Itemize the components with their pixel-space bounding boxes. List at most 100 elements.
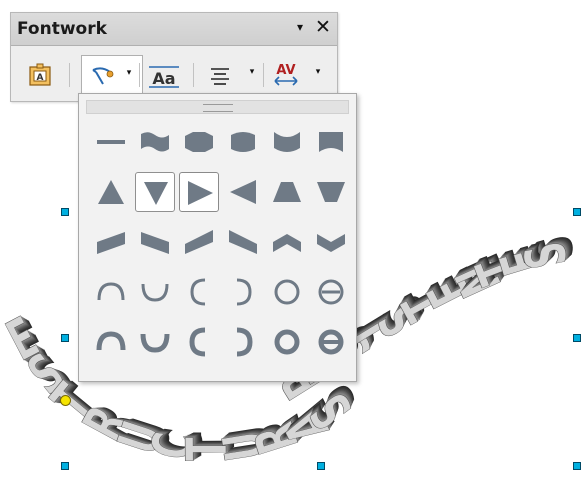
- wave-icon: [141, 132, 169, 152]
- selection-handle-bottom-right[interactable]: [573, 462, 581, 470]
- shape-triangle-down[interactable]: [135, 172, 175, 212]
- arch-left-curve-icon: [190, 278, 206, 306]
- fontwork-gallery-button[interactable]: A: [25, 55, 55, 95]
- toolbar-separator: [263, 63, 264, 87]
- shape-arch-down-pour[interactable]: [135, 322, 175, 362]
- shape-inflate[interactable]: [179, 122, 219, 162]
- fontwork-letter: T: [464, 246, 534, 292]
- shape-circle-curve[interactable]: [267, 272, 307, 312]
- fontwork-alignment-button[interactable]: [205, 55, 235, 95]
- arch-left-pour-icon: [189, 327, 206, 357]
- arch-down-pour-icon: [140, 333, 170, 353]
- alignment-dropdown-arrow-icon[interactable]: ▾: [247, 67, 257, 77]
- shape-arch-up-pour[interactable]: [91, 322, 131, 362]
- fontwork-letter: E: [415, 266, 485, 317]
- slant-up-icon: [97, 232, 125, 254]
- plain-text-icon: [97, 140, 125, 144]
- fontwork-letter: E: [0, 305, 49, 374]
- shape-plain-text[interactable]: [91, 122, 131, 162]
- fontwork-letter: S: [512, 236, 582, 274]
- shape-arch-down-curve[interactable]: [135, 272, 175, 312]
- selection-handle-top-right[interactable]: [573, 208, 581, 216]
- svg-text:Aa: Aa: [152, 69, 175, 88]
- fontwork-gallery-icon: A: [29, 63, 51, 86]
- shape-fade-right[interactable]: [179, 172, 219, 212]
- fontwork-shape-popup: [78, 93, 357, 382]
- chevron-up-curve-icon: [274, 132, 300, 152]
- triangle-down-icon: [144, 182, 168, 205]
- shape-chevron-down[interactable]: [311, 222, 351, 262]
- close-icon[interactable]: ✕: [315, 17, 331, 37]
- arch-down-curve-icon: [141, 283, 169, 302]
- grip-lines-icon: [203, 104, 233, 112]
- svg-text:AV: AV: [276, 63, 295, 78]
- shape-fade-up-left[interactable]: [223, 222, 263, 262]
- fade-up-left-icon: [229, 230, 257, 254]
- shape-circle-pour[interactable]: [267, 322, 307, 362]
- fade-down-icon: [317, 182, 345, 202]
- fontwork-letter: N: [443, 252, 515, 307]
- toolbar-title: Fontwork: [17, 19, 107, 39]
- fontwork-toolbar: Fontwork ▾ ✕ A ▾ Aa ▾ AV ▾: [10, 12, 338, 107]
- toolbar-menu-icon[interactable]: ▾: [294, 21, 306, 33]
- shape-adjust-point-handle[interactable]: [60, 395, 71, 406]
- shape-open-circle-pour[interactable]: [311, 322, 351, 362]
- shape-dropdown-arrow-icon[interactable]: ▾: [124, 68, 134, 78]
- arch-right-curve-icon: [236, 278, 252, 306]
- shape-chevron-up[interactable]: [267, 222, 307, 262]
- fade-up-icon: [273, 182, 301, 202]
- fontwork-letter: U: [210, 427, 280, 465]
- fontwork-letter: A: [271, 399, 343, 454]
- svg-text:A: A: [37, 73, 44, 83]
- shape-curve-up-inflate[interactable]: [223, 122, 263, 162]
- shape-curve-down[interactable]: [311, 122, 351, 162]
- fontwork-letter: T: [174, 436, 240, 461]
- fontwork-letter: U: [105, 414, 177, 462]
- curve-up-inflate-icon: [231, 132, 255, 152]
- selection-handle-middle-right[interactable]: [573, 334, 581, 342]
- shape-fade-up[interactable]: [267, 172, 307, 212]
- shape-slant-down[interactable]: [135, 222, 175, 262]
- slant-down-icon: [141, 232, 169, 254]
- shape-wave[interactable]: [135, 122, 175, 162]
- shape-arch-up-curve[interactable]: [91, 272, 131, 312]
- fontwork-alignment-icon: [211, 68, 229, 85]
- selection-handle-bottom-center[interactable]: [317, 462, 325, 470]
- shape-fade-left[interactable]: [223, 172, 263, 212]
- shape-fade-up-right[interactable]: [179, 222, 219, 262]
- shape-fade-down[interactable]: [311, 172, 351, 212]
- curve-down-icon: [319, 132, 343, 152]
- selection-handle-middle-left[interactable]: [61, 334, 69, 342]
- shape-triangle-up[interactable]: [91, 172, 131, 212]
- fontwork-letter: E: [488, 240, 558, 282]
- fontwork-letter: S: [298, 380, 366, 440]
- spacing-dropdown-arrow-icon[interactable]: ▾: [313, 67, 323, 77]
- fontwork-same-letter-heights-button[interactable]: Aa: [147, 55, 181, 95]
- fade-left-icon: [230, 180, 256, 204]
- arch-up-pour-icon: [96, 331, 126, 351]
- shape-arch-left-pour[interactable]: [179, 322, 219, 362]
- inflate-icon: [185, 132, 213, 152]
- fade-up-right-icon: [185, 230, 213, 254]
- toolbar-title-bar[interactable]: Fontwork ▾ ✕: [11, 13, 337, 46]
- shape-open-circle-curve[interactable]: [311, 272, 351, 312]
- circle-pour-icon: [274, 329, 300, 355]
- arch-right-pour-icon: [236, 327, 253, 357]
- toolbar-separator: [193, 63, 194, 87]
- circle-curve-icon: [274, 279, 300, 305]
- shape-chevron-up-curve[interactable]: [267, 122, 307, 162]
- fontwork-letter: S: [366, 291, 436, 347]
- shape-arch-right-pour[interactable]: [223, 322, 263, 362]
- fontwork-letter: T: [40, 372, 106, 433]
- fontwork-same-letter-heights-icon: Aa: [149, 66, 179, 88]
- fontwork-character-spacing-icon: AV: [274, 63, 298, 86]
- shape-arch-right-curve[interactable]: [223, 272, 263, 312]
- popup-drag-handle[interactable]: [86, 100, 349, 114]
- fontwork-character-spacing-button[interactable]: AV: [269, 55, 303, 95]
- selection-handle-top-left[interactable]: [61, 208, 69, 216]
- fontwork-letter: C: [139, 428, 208, 464]
- selection-handle-bottom-left[interactable]: [61, 462, 69, 470]
- shape-slant-up[interactable]: [91, 222, 131, 262]
- shape-arch-left-curve[interactable]: [179, 272, 219, 312]
- triangle-up-icon: [98, 180, 124, 204]
